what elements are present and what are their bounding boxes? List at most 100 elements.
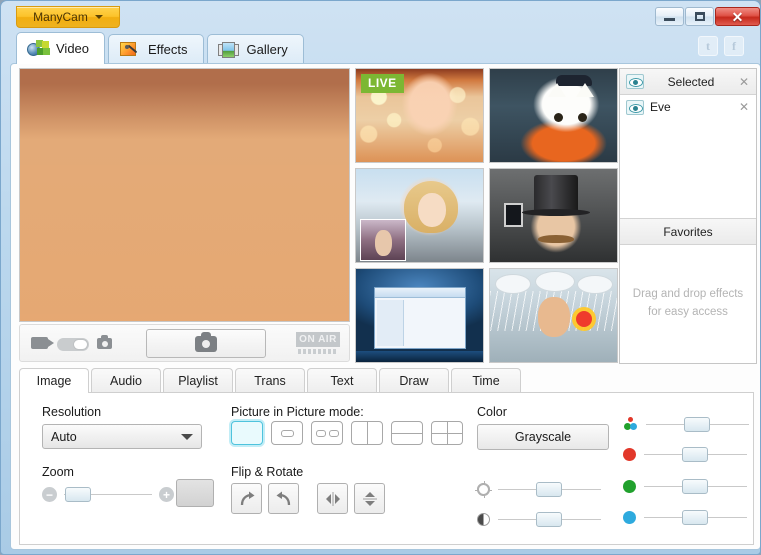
live-badge: LIVE — [361, 74, 404, 93]
resolution-select[interactable]: Auto — [42, 424, 202, 449]
tab-audio-label: Audio — [110, 374, 142, 388]
thumbnail-source-1[interactable]: LIVE — [355, 68, 484, 163]
saturation-slider-thumb[interactable] — [684, 417, 710, 432]
brightness-slider-thumb[interactable] — [536, 482, 562, 497]
tab-trans[interactable]: Trans — [235, 368, 305, 392]
tab-image-label: Image — [37, 374, 72, 388]
pip-mode-inset[interactable] — [271, 421, 303, 445]
contrast-slider-thumb[interactable] — [536, 512, 562, 527]
thumbnail-source-2[interactable] — [489, 68, 618, 163]
contrast-slider-track[interactable] — [498, 519, 601, 520]
brightness-slider-track[interactable] — [498, 489, 601, 490]
facebook-icon[interactable]: f — [724, 36, 744, 56]
minimize-icon — [664, 18, 675, 21]
social-links: t f — [698, 36, 744, 56]
video-preview[interactable] — [19, 68, 350, 322]
tab-text[interactable]: Text — [307, 368, 377, 392]
favorites-header: Favorites — [620, 219, 756, 245]
chevron-down-icon — [181, 434, 193, 440]
tab-time[interactable]: Time — [451, 368, 521, 392]
zoom-slider-thumb[interactable] — [65, 487, 91, 502]
thumbnail-source-6[interactable] — [489, 268, 618, 363]
resolution-label: Resolution — [42, 405, 101, 419]
thumbnail-source-5[interactable] — [355, 268, 484, 363]
thumbnail-source-4[interactable] — [489, 168, 618, 263]
tab-gallery[interactable]: Gallery — [207, 34, 304, 64]
sun-icon — [477, 483, 490, 496]
pip-mode-split-h[interactable] — [391, 421, 423, 445]
application-window: ManyCam ✕ Video Effects — [0, 0, 761, 555]
tab-image[interactable]: Image — [19, 368, 89, 393]
list-item[interactable]: Eve ✕ — [620, 95, 756, 119]
remove-effect-button[interactable]: ✕ — [738, 100, 750, 114]
on-air-label: ON AIR — [296, 332, 340, 347]
tab-video-label: Video — [56, 41, 89, 56]
camera-icon — [195, 336, 217, 352]
tab-audio[interactable]: Audio — [91, 368, 161, 392]
favorites-empty-state: Drag and drop effects for easy access — [620, 245, 756, 362]
tab-video[interactable]: Video — [16, 32, 105, 64]
maximize-button[interactable] — [685, 7, 714, 26]
list-item-label: Eve — [650, 100, 732, 114]
brightness-slider — [477, 483, 601, 496]
eye-icon[interactable] — [626, 100, 644, 115]
zoom-label: Zoom — [42, 465, 74, 479]
zoom-in-button[interactable]: + — [159, 487, 174, 502]
flip-horizontal-button[interactable] — [317, 483, 348, 514]
green-slider-track[interactable] — [644, 486, 747, 487]
minimize-button[interactable] — [655, 7, 684, 26]
snapshot-button[interactable] — [146, 329, 266, 358]
thumbnail-source-3[interactable] — [355, 168, 484, 263]
video-camera-icon[interactable] — [31, 337, 48, 349]
pip-mode-split-v[interactable] — [351, 421, 383, 445]
green-dot-icon — [623, 480, 636, 493]
preview-toolbar: ON AIR — [19, 324, 350, 362]
window-inner: ManyCam ✕ Video Effects — [5, 5, 756, 549]
tab-effects-label: Effects — [148, 42, 188, 57]
zoom-out-button[interactable]: − — [42, 487, 57, 502]
app-menu-button[interactable]: ManyCam — [16, 6, 120, 28]
tab-text-label: Text — [331, 374, 354, 388]
blue-slider-track[interactable] — [644, 517, 747, 518]
window-controls: ✕ — [655, 7, 760, 26]
pip-mode-quad[interactable] — [431, 421, 463, 445]
zoom-preview-box[interactable] — [176, 479, 214, 507]
tab-draw[interactable]: Draw — [379, 368, 449, 392]
clear-selected-button[interactable]: ✕ — [738, 75, 750, 89]
flip-vertical-button[interactable] — [354, 483, 385, 514]
pip-mode-two-inset[interactable] — [311, 421, 343, 445]
color-label: Color — [477, 405, 507, 419]
photo-icon[interactable] — [97, 338, 112, 349]
green-slider-thumb[interactable] — [682, 479, 708, 494]
red-dot-icon — [623, 448, 636, 461]
maximize-icon — [695, 12, 705, 21]
contrast-icon — [477, 513, 490, 526]
effects-icon — [119, 41, 140, 59]
twitter-icon[interactable]: t — [698, 36, 718, 56]
saturation-slider-track[interactable] — [646, 424, 749, 425]
video-preview-overlay — [20, 69, 349, 321]
red-slider-thumb[interactable] — [682, 447, 708, 462]
tab-effects[interactable]: Effects — [108, 34, 204, 64]
tab-time-label: Time — [472, 374, 499, 388]
favorites-header-label: Favorites — [626, 225, 750, 239]
flip-vertical-icon — [362, 489, 378, 509]
tab-playlist[interactable]: Playlist — [163, 368, 233, 392]
zoom-slider-track[interactable] — [64, 494, 152, 495]
red-slider-track[interactable] — [644, 454, 747, 455]
rotate-left-button[interactable] — [268, 483, 299, 514]
on-air-indicator[interactable]: ON AIR — [296, 332, 340, 355]
tab-playlist-label: Playlist — [178, 374, 218, 388]
close-button[interactable]: ✕ — [715, 7, 760, 26]
resolution-value: Auto — [51, 430, 181, 444]
tab-gallery-label: Gallery — [247, 42, 288, 57]
on-air-dots — [298, 349, 338, 354]
selected-effects-list: Eve ✕ — [620, 95, 756, 219]
pip-mode-group — [231, 421, 463, 445]
rotate-left-icon — [275, 490, 293, 508]
mode-toggle[interactable] — [57, 338, 89, 351]
rotate-right-button[interactable] — [231, 483, 262, 514]
pip-mode-single[interactable] — [231, 421, 263, 445]
grayscale-button[interactable]: Grayscale — [477, 424, 609, 450]
blue-slider-thumb[interactable] — [682, 510, 708, 525]
